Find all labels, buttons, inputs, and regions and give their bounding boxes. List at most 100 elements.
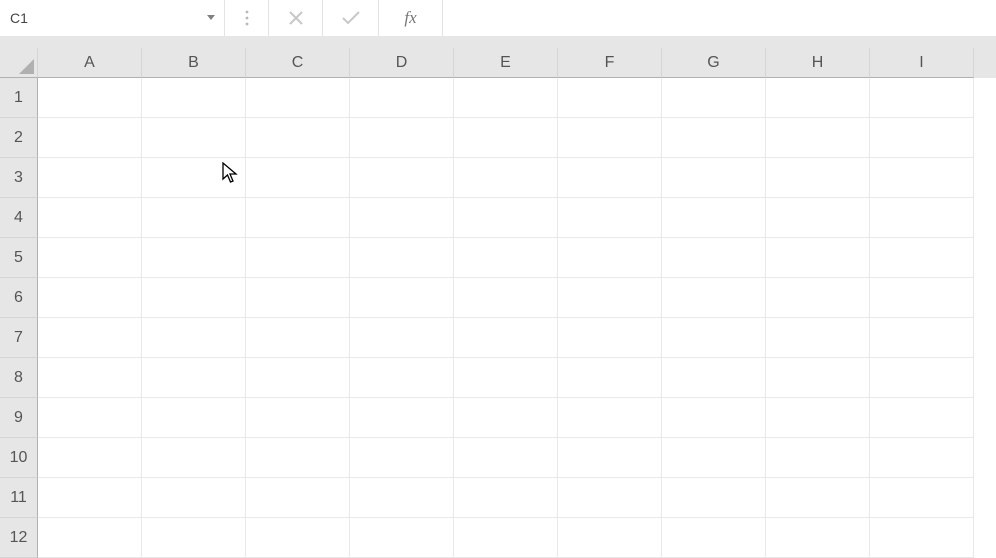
row-header[interactable]: 8 xyxy=(0,358,38,398)
cell[interactable] xyxy=(662,358,766,398)
row-header[interactable]: 9 xyxy=(0,398,38,438)
cell[interactable] xyxy=(766,158,870,198)
cell[interactable] xyxy=(350,478,454,518)
cell[interactable] xyxy=(246,398,350,438)
cell[interactable] xyxy=(246,438,350,478)
cell[interactable] xyxy=(454,478,558,518)
cell[interactable] xyxy=(350,398,454,438)
cell[interactable] xyxy=(766,118,870,158)
column-header[interactable]: D xyxy=(350,48,454,78)
select-all-corner[interactable] xyxy=(0,48,38,78)
cell[interactable] xyxy=(766,438,870,478)
cell[interactable] xyxy=(142,438,246,478)
cell[interactable] xyxy=(558,118,662,158)
cell[interactable] xyxy=(870,198,974,238)
cell[interactable] xyxy=(766,358,870,398)
cell[interactable] xyxy=(662,238,766,278)
cell[interactable] xyxy=(558,518,662,558)
column-header[interactable]: F xyxy=(558,48,662,78)
cell[interactable] xyxy=(350,158,454,198)
cell[interactable] xyxy=(454,518,558,558)
cell[interactable] xyxy=(870,158,974,198)
cell[interactable] xyxy=(454,158,558,198)
row-header[interactable]: 2 xyxy=(0,118,38,158)
cell[interactable] xyxy=(142,118,246,158)
cell[interactable] xyxy=(662,158,766,198)
cell[interactable] xyxy=(766,78,870,118)
cell[interactable] xyxy=(246,518,350,558)
cell[interactable] xyxy=(142,478,246,518)
cell[interactable] xyxy=(454,318,558,358)
cell[interactable] xyxy=(454,358,558,398)
cell[interactable] xyxy=(662,398,766,438)
cell[interactable] xyxy=(558,198,662,238)
cell[interactable] xyxy=(350,438,454,478)
name-box[interactable] xyxy=(0,0,201,36)
column-header[interactable]: A xyxy=(38,48,142,78)
cell[interactable] xyxy=(246,198,350,238)
cell[interactable] xyxy=(870,398,974,438)
cell[interactable] xyxy=(870,518,974,558)
cell[interactable] xyxy=(558,238,662,278)
cell[interactable] xyxy=(870,238,974,278)
cell[interactable] xyxy=(38,478,142,518)
cell[interactable] xyxy=(662,198,766,238)
cell[interactable] xyxy=(870,478,974,518)
cell[interactable] xyxy=(142,318,246,358)
cell[interactable] xyxy=(350,198,454,238)
row-header[interactable]: 12 xyxy=(0,518,38,558)
row-header[interactable]: 1 xyxy=(0,78,38,118)
cell[interactable] xyxy=(662,118,766,158)
cell[interactable] xyxy=(558,318,662,358)
cell[interactable] xyxy=(558,398,662,438)
cell[interactable] xyxy=(766,278,870,318)
cell[interactable] xyxy=(38,518,142,558)
cell[interactable] xyxy=(38,158,142,198)
cell[interactable] xyxy=(350,318,454,358)
cell[interactable] xyxy=(766,478,870,518)
name-box-dropdown-icon[interactable] xyxy=(201,8,220,28)
cell[interactable] xyxy=(454,278,558,318)
row-header[interactable]: 6 xyxy=(0,278,38,318)
cell[interactable] xyxy=(766,398,870,438)
column-header[interactable]: H xyxy=(766,48,870,78)
cell[interactable] xyxy=(38,118,142,158)
cell[interactable] xyxy=(246,318,350,358)
cell[interactable] xyxy=(246,158,350,198)
cell[interactable] xyxy=(662,478,766,518)
cell[interactable] xyxy=(350,358,454,398)
cell[interactable] xyxy=(870,78,974,118)
cell[interactable] xyxy=(38,78,142,118)
column-header[interactable]: B xyxy=(142,48,246,78)
cell[interactable] xyxy=(142,278,246,318)
cell[interactable] xyxy=(350,278,454,318)
cell[interactable] xyxy=(870,278,974,318)
cell[interactable] xyxy=(662,278,766,318)
cell[interactable] xyxy=(350,238,454,278)
cell[interactable] xyxy=(246,238,350,278)
column-header[interactable]: C xyxy=(246,48,350,78)
cell[interactable] xyxy=(246,118,350,158)
cell[interactable] xyxy=(38,198,142,238)
column-header[interactable]: E xyxy=(454,48,558,78)
cell[interactable] xyxy=(142,198,246,238)
cell[interactable] xyxy=(142,158,246,198)
cell[interactable] xyxy=(454,118,558,158)
cell[interactable] xyxy=(766,318,870,358)
column-header[interactable]: I xyxy=(870,48,974,78)
formula-input[interactable] xyxy=(443,0,996,36)
row-header[interactable]: 11 xyxy=(0,478,38,518)
cell[interactable] xyxy=(246,478,350,518)
more-options-button[interactable] xyxy=(225,0,269,36)
cell[interactable] xyxy=(766,518,870,558)
cell[interactable] xyxy=(558,478,662,518)
cell[interactable] xyxy=(662,318,766,358)
cell[interactable] xyxy=(558,358,662,398)
cell[interactable] xyxy=(454,198,558,238)
cell[interactable] xyxy=(454,238,558,278)
cell[interactable] xyxy=(766,238,870,278)
cell[interactable] xyxy=(142,398,246,438)
cell[interactable] xyxy=(350,118,454,158)
cell[interactable] xyxy=(350,78,454,118)
cell[interactable] xyxy=(38,358,142,398)
